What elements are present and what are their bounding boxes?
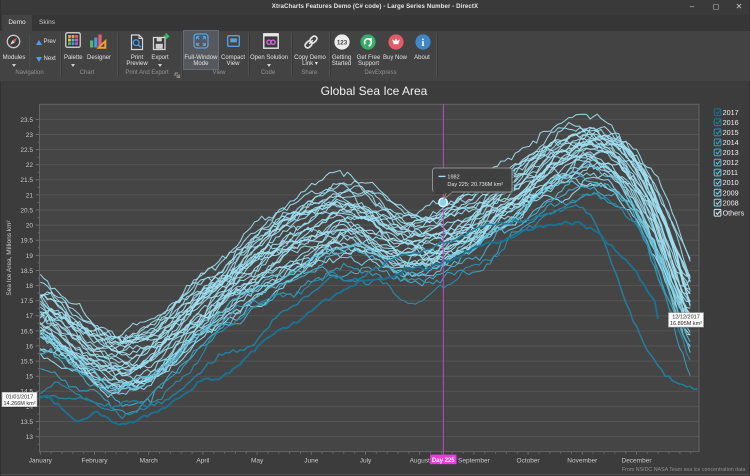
svg-text:15: 15 xyxy=(26,374,34,381)
svg-text:April: April xyxy=(196,457,210,464)
svg-text:20: 20 xyxy=(26,223,34,230)
svg-text:October: October xyxy=(517,457,541,464)
svg-text:Sea Ice Area, Millions km²: Sea Ice Area, Millions km² xyxy=(6,220,13,296)
svg-text:23.5: 23.5 xyxy=(20,117,33,124)
svg-text:2008: 2008 xyxy=(723,198,739,207)
svg-text:15.5: 15.5 xyxy=(20,359,33,366)
svg-text:December: December xyxy=(622,457,653,464)
svg-text:20.5: 20.5 xyxy=(20,207,33,214)
svg-text:18.5: 18.5 xyxy=(20,268,33,275)
svg-text:i: i xyxy=(422,38,425,49)
svg-text:June: June xyxy=(304,457,318,464)
svg-text:From NSIDC NASA Team sea ice c: From NSIDC NASA Team sea ice concentrati… xyxy=(622,467,746,473)
svg-text:123: 123 xyxy=(336,40,347,47)
svg-text:2015: 2015 xyxy=(723,128,739,137)
svg-text:2014: 2014 xyxy=(723,138,739,147)
svg-text:July: July xyxy=(360,457,372,464)
svg-text:January: January xyxy=(29,457,53,464)
svg-text:18: 18 xyxy=(26,283,34,290)
svg-text:22: 22 xyxy=(26,162,34,169)
svg-text:14.266M km²: 14.266M km² xyxy=(3,401,35,407)
svg-text:March: March xyxy=(140,457,158,464)
svg-text:2011: 2011 xyxy=(723,168,738,177)
svg-text:13.5: 13.5 xyxy=(20,419,33,426)
svg-text:August: August xyxy=(410,457,430,464)
svg-text:16: 16 xyxy=(26,343,34,350)
svg-text:13: 13 xyxy=(26,434,34,441)
svg-text:2013: 2013 xyxy=(723,148,739,157)
svg-text:2010: 2010 xyxy=(723,178,739,187)
svg-text:2009: 2009 xyxy=(723,188,739,197)
svg-text:17: 17 xyxy=(26,313,34,320)
svg-text:22.5: 22.5 xyxy=(20,147,33,154)
svg-text:September: September xyxy=(458,457,491,464)
svg-text:21: 21 xyxy=(26,192,34,199)
svg-text:23: 23 xyxy=(26,132,34,139)
svg-text:May: May xyxy=(251,457,264,464)
svg-text:February: February xyxy=(81,457,108,464)
svg-text:Others: Others xyxy=(723,208,745,217)
svg-text:Global Sea Ice Area: Global Sea Ice Area xyxy=(321,84,428,98)
svg-text:Day 225: 20.736M km²: Day 225: 20.736M km² xyxy=(447,182,503,188)
svg-text:19: 19 xyxy=(26,253,34,260)
svg-text:1982: 1982 xyxy=(447,174,459,180)
svg-text:November: November xyxy=(567,457,598,464)
svg-text:21.5: 21.5 xyxy=(20,177,33,184)
svg-text:19.5: 19.5 xyxy=(20,238,33,245)
svg-text:16.5: 16.5 xyxy=(20,328,33,335)
svg-text:2017: 2017 xyxy=(723,108,739,117)
svg-text:2016: 2016 xyxy=(723,118,739,127)
svg-text:12/12/2017: 12/12/2017 xyxy=(672,315,700,321)
svg-text:2012: 2012 xyxy=(723,158,739,167)
svg-text:16.895M km²: 16.895M km² xyxy=(670,321,702,327)
svg-text:01/01/2017: 01/01/2017 xyxy=(6,394,34,400)
svg-text:Day 225: Day 225 xyxy=(432,458,455,464)
svg-text:17.5: 17.5 xyxy=(20,298,33,305)
